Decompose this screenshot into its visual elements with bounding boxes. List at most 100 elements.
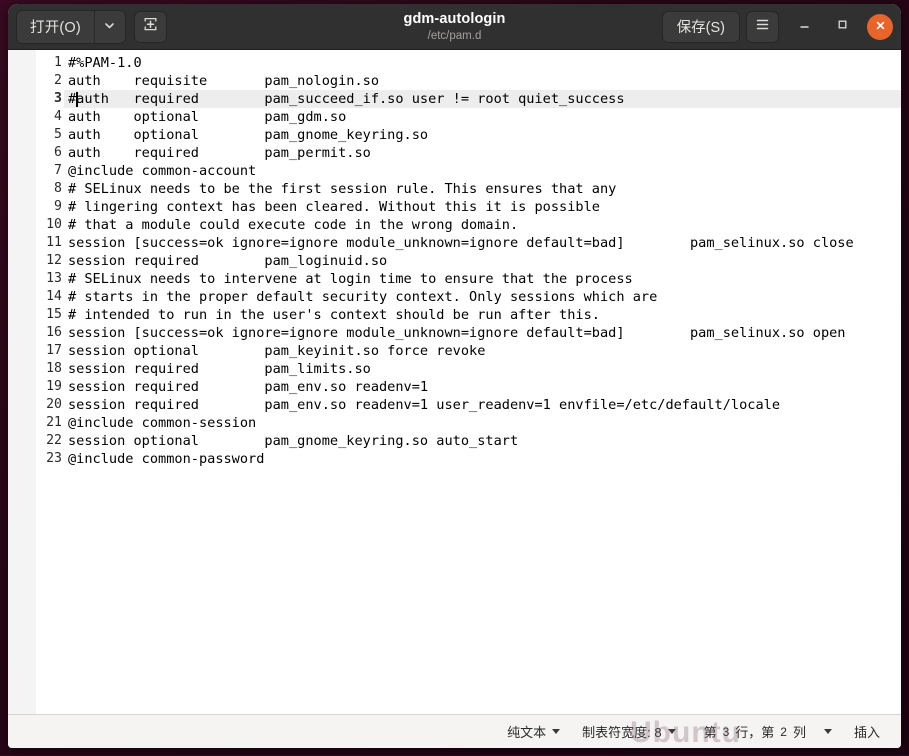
- code-line[interactable]: 10# that a module could execute code in …: [64, 216, 901, 234]
- line-text: # starts in the proper default security …: [64, 289, 657, 305]
- code-line[interactable]: 11session [success=ok ignore=ignore modu…: [64, 234, 901, 252]
- line-number: 5: [40, 126, 62, 144]
- line-text: @include common-account: [64, 163, 256, 179]
- new-document-button[interactable]: [134, 11, 167, 43]
- new-document-icon: [142, 16, 159, 38]
- hamburger-menu-icon: [755, 17, 770, 37]
- chevron-down-icon: [552, 729, 560, 734]
- line-text: #%PAM-1.0: [64, 55, 142, 71]
- line-number: 21: [40, 414, 62, 432]
- open-recent-dropdown-button[interactable]: [94, 11, 125, 43]
- code-line[interactable]: 16session [success=ok ignore=ignore modu…: [64, 324, 901, 342]
- line-text: session [success=ok ignore=ignore module…: [64, 235, 854, 251]
- code-line[interactable]: 19session required pam_env.so readenv=1: [64, 378, 901, 396]
- line-number: 1: [40, 54, 62, 72]
- line-number: 8: [40, 180, 62, 198]
- line-number: 9: [40, 198, 62, 216]
- line-text: session optional pam_keyinit.so force re…: [64, 343, 485, 359]
- maximize-button[interactable]: [829, 14, 855, 40]
- line-number: 20: [40, 396, 62, 414]
- line-text: @include common-password: [64, 451, 264, 467]
- code-line[interactable]: 17session optional pam_keyinit.so force …: [64, 342, 901, 360]
- close-icon: [875, 18, 886, 36]
- header-right-controls: 保存(S): [662, 11, 893, 43]
- maximize-icon: [836, 18, 849, 36]
- minimize-button[interactable]: [791, 14, 817, 40]
- code-line[interactable]: 4auth optional pam_gdm.so: [64, 108, 901, 126]
- chevron-down-icon: [104, 18, 115, 36]
- code-line[interactable]: 1#%PAM-1.0: [64, 54, 901, 72]
- code-line[interactable]: 7@include common-account: [64, 162, 901, 180]
- code-line[interactable]: 8# SELinux needs to be the first session…: [64, 180, 901, 198]
- line-text: auth required pam_permit.so: [64, 145, 371, 161]
- status-bar: 纯文本 制表符宽度: 8 第 3 行，第 2 列 插入: [8, 714, 901, 748]
- cursor-position-suffix: 列: [793, 722, 806, 741]
- code-line[interactable]: 5auth optional pam_gnome_keyring.so: [64, 126, 901, 144]
- insert-mode-indicator[interactable]: 插入: [843, 722, 891, 741]
- line-number: 17: [40, 342, 62, 360]
- editor-area[interactable]: 1#%PAM-1.02auth requisite pam_nologin.so…: [8, 50, 901, 714]
- chevron-down-icon: [824, 729, 832, 734]
- text-cursor: [76, 92, 78, 107]
- code-line[interactable]: 20session required pam_env.so readenv=1 …: [64, 396, 901, 414]
- line-text: # lingering context has been cleared. Wi…: [64, 199, 600, 215]
- code-line[interactable]: 14# starts in the proper default securit…: [64, 288, 901, 306]
- minimize-icon: [798, 18, 811, 36]
- language-mode-selector[interactable]: 纯文本: [496, 722, 571, 741]
- code-line[interactable]: 6auth required pam_permit.so: [64, 144, 901, 162]
- tab-width-label: 制表符宽度: 8: [582, 722, 661, 741]
- line-number: 19: [40, 378, 62, 396]
- cursor-line-number: 3: [723, 725, 730, 739]
- code-line[interactable]: 23@include common-password: [64, 450, 901, 468]
- code-line[interactable]: 21@include common-session: [64, 414, 901, 432]
- code-line[interactable]: 2auth requisite pam_nologin.so: [64, 72, 901, 90]
- line-text: @include common-session: [64, 415, 256, 431]
- line-text: session required pam_limits.so: [64, 361, 371, 377]
- line-text: # that a module could execute code in th…: [64, 217, 518, 233]
- line-text: auth optional pam_gnome_keyring.so: [64, 127, 428, 143]
- code-line[interactable]: 12session required pam_loginuid.so: [64, 252, 901, 270]
- code-text-area[interactable]: 1#%PAM-1.02auth requisite pam_nologin.so…: [36, 50, 901, 714]
- line-text: # SELinux needs to intervene at login ti…: [64, 271, 633, 287]
- header-left-controls: 打开(O): [16, 10, 167, 44]
- window-title: gdm-autologin: [404, 12, 506, 27]
- line-text: # intended to run in the user's context …: [64, 307, 600, 323]
- code-line[interactable]: 15# intended to run in the user's contex…: [64, 306, 901, 324]
- line-number: 16: [40, 324, 62, 342]
- code-line[interactable]: 22session optional pam_gnome_keyring.so …: [64, 432, 901, 450]
- line-number: 13: [40, 270, 62, 288]
- line-text: #auth required pam_succeed_if.so user !=…: [64, 91, 625, 107]
- line-number: 22: [40, 432, 62, 450]
- line-number: 18: [40, 360, 62, 378]
- code-line[interactable]: 3#auth required pam_succeed_if.so user !…: [64, 90, 901, 108]
- code-line[interactable]: 18session required pam_limits.so: [64, 360, 901, 378]
- line-number: 23: [40, 450, 62, 468]
- code-line[interactable]: 9# lingering context has been cleared. W…: [64, 198, 901, 216]
- main-menu-button[interactable]: [746, 11, 779, 43]
- insert-mode-label: 插入: [854, 722, 880, 741]
- open-button[interactable]: 打开(O): [17, 11, 94, 43]
- line-text: session required pam_env.so readenv=1 us…: [64, 397, 780, 413]
- tab-width-selector[interactable]: 制表符宽度: 8: [571, 722, 686, 741]
- save-button[interactable]: 保存(S): [662, 11, 740, 43]
- line-number: 14: [40, 288, 62, 306]
- save-button-label: 保存(S): [677, 16, 725, 37]
- code-line[interactable]: 13# SELinux needs to intervene at login …: [64, 270, 901, 288]
- line-number-gutter: [8, 50, 36, 714]
- window-subtitle-path: /etc/pam.d: [428, 30, 482, 42]
- line-text: # SELinux needs to be the first session …: [64, 181, 616, 197]
- cursor-position-indicator[interactable]: 第 3 行，第 2 列: [693, 722, 843, 741]
- close-button[interactable]: [867, 14, 893, 40]
- line-text: auth optional pam_gdm.so: [64, 109, 346, 125]
- header-bar: 打开(O): [8, 4, 901, 50]
- line-text: session [success=ok ignore=ignore module…: [64, 325, 846, 341]
- line-text: session required pam_loginuid.so: [64, 253, 387, 269]
- code-lines: 1#%PAM-1.02auth requisite pam_nologin.so…: [64, 54, 901, 468]
- line-number: 10: [40, 216, 62, 234]
- cursor-position-mid: 行，第: [735, 722, 774, 741]
- line-number: 2: [40, 72, 62, 90]
- line-text: session optional pam_gnome_keyring.so au…: [64, 433, 518, 449]
- line-text: session required pam_env.so readenv=1: [64, 379, 428, 395]
- cursor-position-prefix: 第: [704, 722, 717, 741]
- language-mode-label: 纯文本: [507, 722, 546, 741]
